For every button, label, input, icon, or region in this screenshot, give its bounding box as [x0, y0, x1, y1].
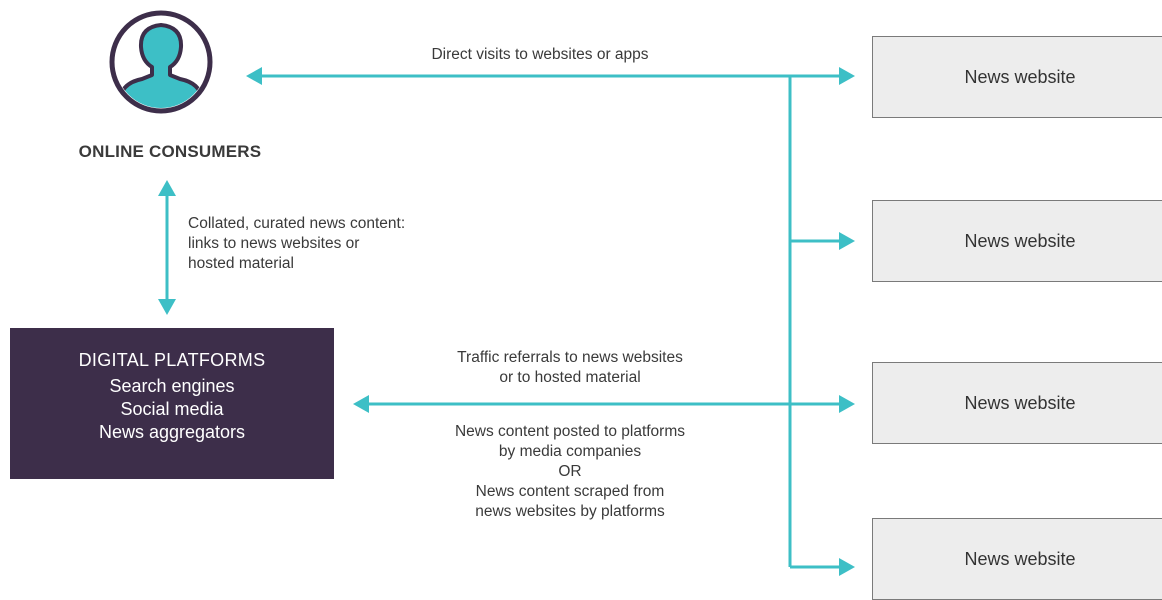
arrowhead-website-4 [839, 558, 855, 576]
content-line: News content posted to platforms [454, 423, 686, 440]
arrowhead-consumers [246, 67, 262, 85]
news-website-box-3: News website [872, 362, 1162, 444]
content-line: OR [558, 463, 582, 480]
arrowhead-website-1 [839, 67, 855, 85]
news-website-box-1: News website [872, 36, 1162, 118]
platform-item: News aggregators [98, 422, 246, 442]
referrals-line: or to hosted material [499, 369, 641, 386]
consumers-label: ONLINE CONSUMERS [78, 142, 262, 161]
platforms-title: DIGITAL PLATFORMS [78, 350, 266, 370]
arrowhead-up-consumers [158, 180, 176, 196]
content-line: News content scraped from [475, 483, 665, 500]
curated-line: hosted material [188, 255, 294, 272]
curated-line: Collated, curated news content: [188, 215, 406, 232]
curated-line: links to news websites or [188, 235, 360, 252]
digital-platforms-box: DIGITAL PLATFORMS Search engines Social … [10, 328, 334, 479]
arrowhead-website-2 [839, 232, 855, 250]
platform-item: Social media [120, 399, 224, 419]
news-website-box-2: News website [872, 200, 1162, 282]
direct-visits-label: Direct visits to websites or apps [431, 46, 649, 63]
curated-content-label: Collated, curated news content: links to… [188, 214, 405, 274]
arrowhead-website-3 [839, 395, 855, 413]
referrals-line: Traffic referrals to news websites [457, 349, 683, 366]
referrals-label: Traffic referrals to news websites or to… [400, 348, 740, 388]
person-icon [108, 9, 214, 115]
content-flow-label: News content posted to platforms by medi… [398, 422, 742, 522]
content-line: news websites by platforms [475, 503, 665, 520]
arrowhead-down-platforms [158, 299, 176, 315]
content-line: by media companies [498, 443, 642, 460]
arrowhead-platforms [353, 395, 369, 413]
platform-item: Search engines [109, 376, 235, 396]
news-website-box-4: News website [872, 518, 1162, 600]
